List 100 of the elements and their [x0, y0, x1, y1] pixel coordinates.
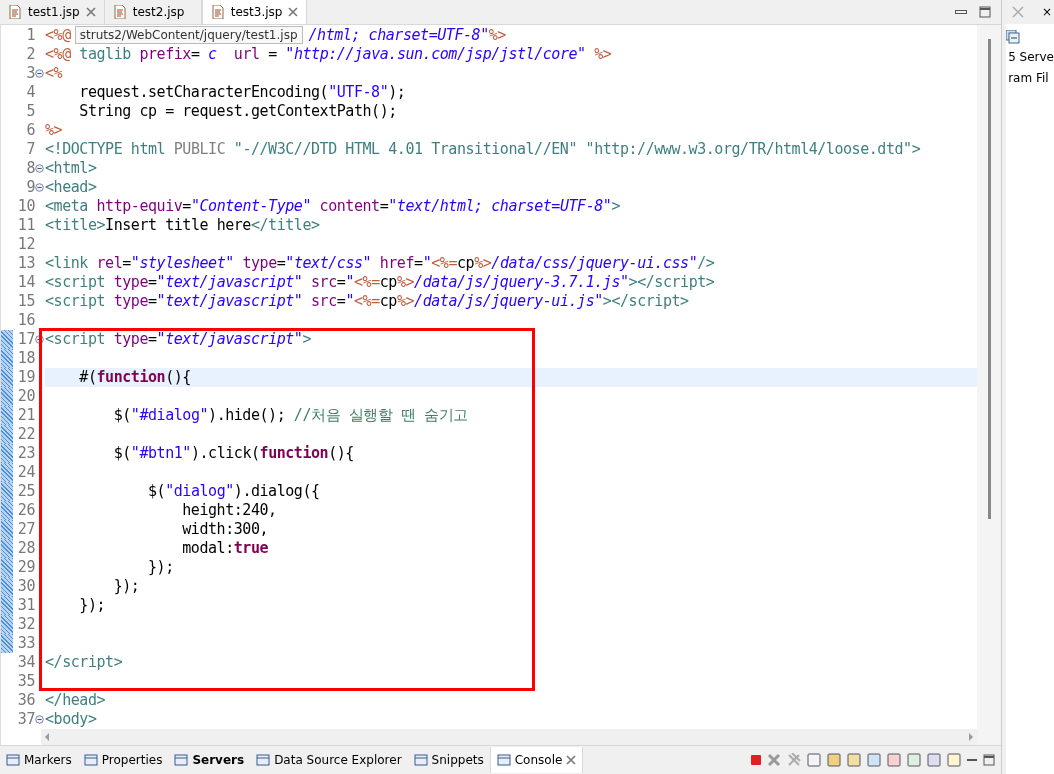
line-number: 29 [16, 558, 35, 577]
code-token: %> [396, 273, 415, 291]
code-token: http-equiv [95, 197, 183, 215]
code-token: %> [593, 45, 612, 63]
minimize-icon [955, 10, 968, 14]
code-token: PUBLIC [172, 140, 227, 158]
code-token: "http://java.sun.com/jsp/jstl/core" [285, 45, 586, 63]
code-token: c [207, 45, 217, 63]
minimize-icon [967, 759, 978, 761]
code-token: "text/javascript" [156, 273, 303, 291]
code-token: "-//W3C//DTD HTML 4.01 Transitional//EN" "http://www.w3.org/TR/html4/loose.dtd"> [233, 140, 921, 158]
line-number: 34 [16, 653, 35, 672]
line-number: 9 [25, 178, 35, 197]
code-token: <% [45, 64, 63, 82]
code-token: href [378, 254, 415, 272]
code-token: <title> [45, 216, 106, 234]
editor-tab[interactable]: test3.jsp [201, 0, 308, 24]
code-token: %> [45, 121, 63, 139]
code-token: }); [146, 558, 174, 576]
view-icon [174, 753, 189, 767]
outline-item[interactable]: ram Fil [1006, 68, 1054, 89]
close-icon[interactable] [85, 7, 96, 17]
code-token: " [345, 292, 354, 310]
view-icon [83, 753, 98, 767]
line-number: 30 [16, 577, 35, 596]
code-token: taglib [78, 45, 131, 63]
line-number: 31 [16, 596, 35, 615]
scroll-left-icon[interactable] [45, 733, 50, 741]
close-icon[interactable] [566, 755, 577, 765]
line-number: 18 [16, 349, 35, 368]
code-token: </title> [250, 216, 320, 234]
code-token: %> [474, 254, 492, 272]
code-token: ); [388, 83, 406, 101]
code-token: type [112, 273, 148, 291]
code-token: "text/javascript" [156, 330, 303, 348]
line-number: 21 [16, 406, 35, 425]
close-icon[interactable] [288, 7, 299, 17]
code-token: "Content-Type" [190, 197, 312, 215]
fold-icon[interactable] [35, 183, 44, 192]
view-tab[interactable]: Markers [0, 747, 78, 773]
fold-icon[interactable] [35, 164, 44, 173]
code-token: " [422, 254, 432, 272]
outline-item[interactable]: 5 Serve [1006, 47, 1054, 68]
line-number: 36 [16, 691, 35, 710]
view-tab[interactable]: Data Source Explorer [250, 747, 408, 773]
code-token: cp [379, 273, 397, 291]
code-token: <%@ [45, 45, 71, 63]
code-token: String cp = request.getContextPath(); [78, 102, 397, 120]
line-number: 20 [16, 387, 35, 406]
file-icon [112, 5, 127, 19]
code-token: width:300, [181, 520, 269, 538]
code-token: = [267, 45, 278, 63]
fold-icon[interactable] [35, 69, 44, 78]
code-token: function [96, 368, 166, 386]
code-token: "text/javascript" [156, 292, 303, 310]
code-token: " [345, 273, 354, 291]
fold-icon[interactable] [35, 335, 44, 344]
view-tab[interactable]: Snippets [407, 747, 490, 773]
close-glyph[interactable]: × [1041, 5, 1052, 19]
file-icon [210, 5, 225, 19]
line-number: 10 [16, 197, 35, 216]
code-token: <meta [45, 197, 88, 215]
maximize-icon [983, 754, 996, 766]
remove-icon [767, 753, 782, 767]
code-token: > [302, 330, 312, 348]
code-token: url [232, 45, 260, 63]
fold-icon[interactable] [35, 715, 44, 724]
line-number: 19 [16, 368, 35, 387]
code-token: = [148, 292, 157, 310]
code-token: //처음 실행할 땐 숨기고 [293, 406, 468, 424]
collapse-all-icon [1006, 30, 1021, 44]
line-number: 11 [16, 216, 35, 235]
code-token: <head> [45, 178, 97, 196]
code-token: <%= [431, 254, 457, 272]
code-token: "#btn1" [130, 444, 191, 462]
view-tab[interactable]: Console [489, 747, 584, 773]
code-token: = [379, 197, 389, 215]
code-token: ).click( [190, 444, 260, 462]
view-tab[interactable]: Properties [77, 747, 169, 773]
view-icon [6, 753, 20, 767]
line-number: 1 [25, 26, 35, 45]
horizontal-scrollbar[interactable] [41, 729, 978, 745]
scroll-right-icon[interactable] [968, 733, 974, 741]
code-token: <script [45, 330, 106, 348]
line-number: 6 [25, 121, 35, 140]
code-token: height:240, [181, 501, 277, 519]
code-token: %> [396, 292, 415, 310]
line-number: 3 [25, 64, 35, 83]
code-token: $( [146, 482, 166, 500]
code-token: type [241, 254, 277, 272]
line-number: 37 [16, 710, 35, 729]
view-tab[interactable]: Servers [168, 747, 251, 773]
vertical-scrollbar[interactable] [977, 25, 1002, 745]
code-token: = [182, 197, 191, 215]
code-token: (){ [328, 444, 354, 462]
line-number: 25 [16, 482, 35, 501]
code-token: <%@ [45, 26, 71, 44]
code-token: "UTF-8" [328, 83, 389, 101]
line-number: 7 [25, 140, 35, 159]
code-token: "stylesheet" [130, 254, 234, 272]
